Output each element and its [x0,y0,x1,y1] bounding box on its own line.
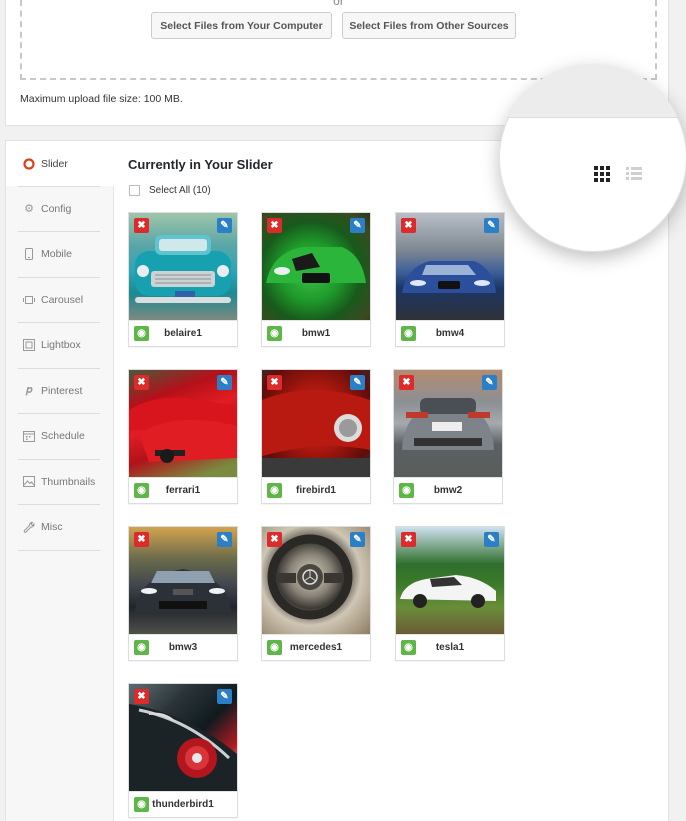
select-files-computer-button[interactable]: Select Files from Your Computer [151,12,332,39]
image-tile[interactable]: ✖ ✎ ◉ ferrari1 [128,369,238,504]
section-title: Currently in Your Slider [128,157,273,172]
tab-carousel[interactable]: Carousel [6,277,114,322]
delete-icon[interactable]: ✖ [267,218,282,233]
edit-pencil-icon[interactable]: ✎ [217,218,232,233]
divider [18,550,100,551]
edit-pencil-icon[interactable]: ✎ [484,532,499,547]
edit-pencil-icon[interactable]: ✎ [350,218,365,233]
tab-mobile[interactable]: Mobile [6,231,114,276]
image-name: tesla1 [396,634,504,660]
delete-icon[interactable]: ✖ [267,375,282,390]
lifering-icon [23,157,35,170]
delete-icon[interactable]: ✖ [401,532,416,547]
image-icon [23,476,35,488]
tab-label: Carousel [41,293,84,306]
lightbox-icon [23,338,35,351]
edit-pencil-icon[interactable]: ✎ [217,532,232,547]
edit-pencil-icon[interactable]: ✎ [350,532,365,547]
image-name: firebird1 [262,477,370,503]
tab-label: Thumbnails [41,475,96,488]
view-toggle-magnifier [499,64,686,252]
image-name: bmw2 [394,477,502,503]
tab-label: Misc [41,520,63,533]
tab-config[interactable]: ⚙ Config [6,186,114,231]
magnifier-header-band [499,64,686,118]
image-tile[interactable]: ✖ ✎ ◉ bmw2 [393,369,503,504]
image-tile[interactable]: ✖ ✎ ◉ bmw1 [261,212,371,347]
image-name: ferrari1 [129,477,237,503]
or-label: or [333,0,344,8]
pinterest-icon: 𝒑 [25,384,33,396]
edit-pencil-icon[interactable]: ✎ [217,689,232,704]
delete-icon[interactable]: ✖ [134,532,149,547]
image-tile[interactable]: ✖ ✎ ◉ firebird1 [261,369,371,504]
tab-label: Schedule [41,429,85,442]
delete-icon[interactable]: ✖ [134,375,149,390]
image-tile[interactable]: ✖ ✎ ◉ bmw4 [395,212,505,347]
image-name: mercedes1 [262,634,370,660]
grid-view-icon[interactable] [594,166,610,182]
delete-icon[interactable]: ✖ [401,218,416,233]
tab-label: Mobile [41,247,72,260]
tab-schedule[interactable]: Schedule [6,413,114,458]
carousel-icon [23,294,35,306]
image-tile[interactable]: ✖ ✎ ◉ tesla1 [395,526,505,661]
image-tile[interactable]: ✖ ✎ ◉ bmw3 [128,526,238,661]
list-view-icon[interactable] [626,166,642,180]
delete-icon[interactable]: ✖ [134,689,149,704]
tab-misc[interactable]: Misc [6,504,114,549]
delete-icon[interactable]: ✖ [134,218,149,233]
image-name: thunderbird1 [129,791,237,817]
calendar-icon [23,430,35,442]
tab-label: Config [41,202,72,215]
tab-label: Pinterest [41,384,83,397]
image-name: bmw4 [396,320,504,346]
edit-pencil-icon[interactable]: ✎ [484,218,499,233]
image-name: belaire1 [129,320,237,346]
tab-pinterest[interactable]: 𝒑 Pinterest [6,368,114,413]
delete-icon[interactable]: ✖ [399,375,414,390]
image-tile[interactable]: ✖ ✎ ◉ belaire1 [128,212,238,347]
image-tile[interactable]: ✖ ✎ ◉ thunderbird1 [128,683,238,818]
tab-label: Lightbox [41,338,81,351]
tab-slider[interactable]: Slider [6,141,115,186]
tab-lightbox[interactable]: Lightbox [6,322,114,367]
tab-thumbnails[interactable]: Thumbnails [6,459,114,504]
select-all-label: Select All (10) [149,185,211,196]
image-tile[interactable]: ✖ ✎ ◉ mercedes1 [261,526,371,661]
select-all-checkbox[interactable] [129,185,140,196]
tab-label: Slider [41,157,68,170]
select-all[interactable]: Select All (10) [129,185,211,196]
edit-pencil-icon[interactable]: ✎ [482,375,497,390]
max-upload-size-text: Maximum upload file size: 100 MB. [20,93,183,105]
tabs-sidebar: Slider ⚙ Config Mobile Carousel Lightbox… [6,141,115,821]
wrench-icon [23,521,35,533]
delete-icon[interactable]: ✖ [267,532,282,547]
edit-pencil-icon[interactable]: ✎ [350,375,365,390]
image-name: bmw1 [262,320,370,346]
edit-pencil-icon[interactable]: ✎ [217,375,232,390]
gear-icon: ⚙ [24,203,34,215]
image-name: bmw3 [129,634,237,660]
select-files-other-sources-button[interactable]: Select Files from Other Sources [342,12,516,39]
mobile-icon [23,247,35,260]
